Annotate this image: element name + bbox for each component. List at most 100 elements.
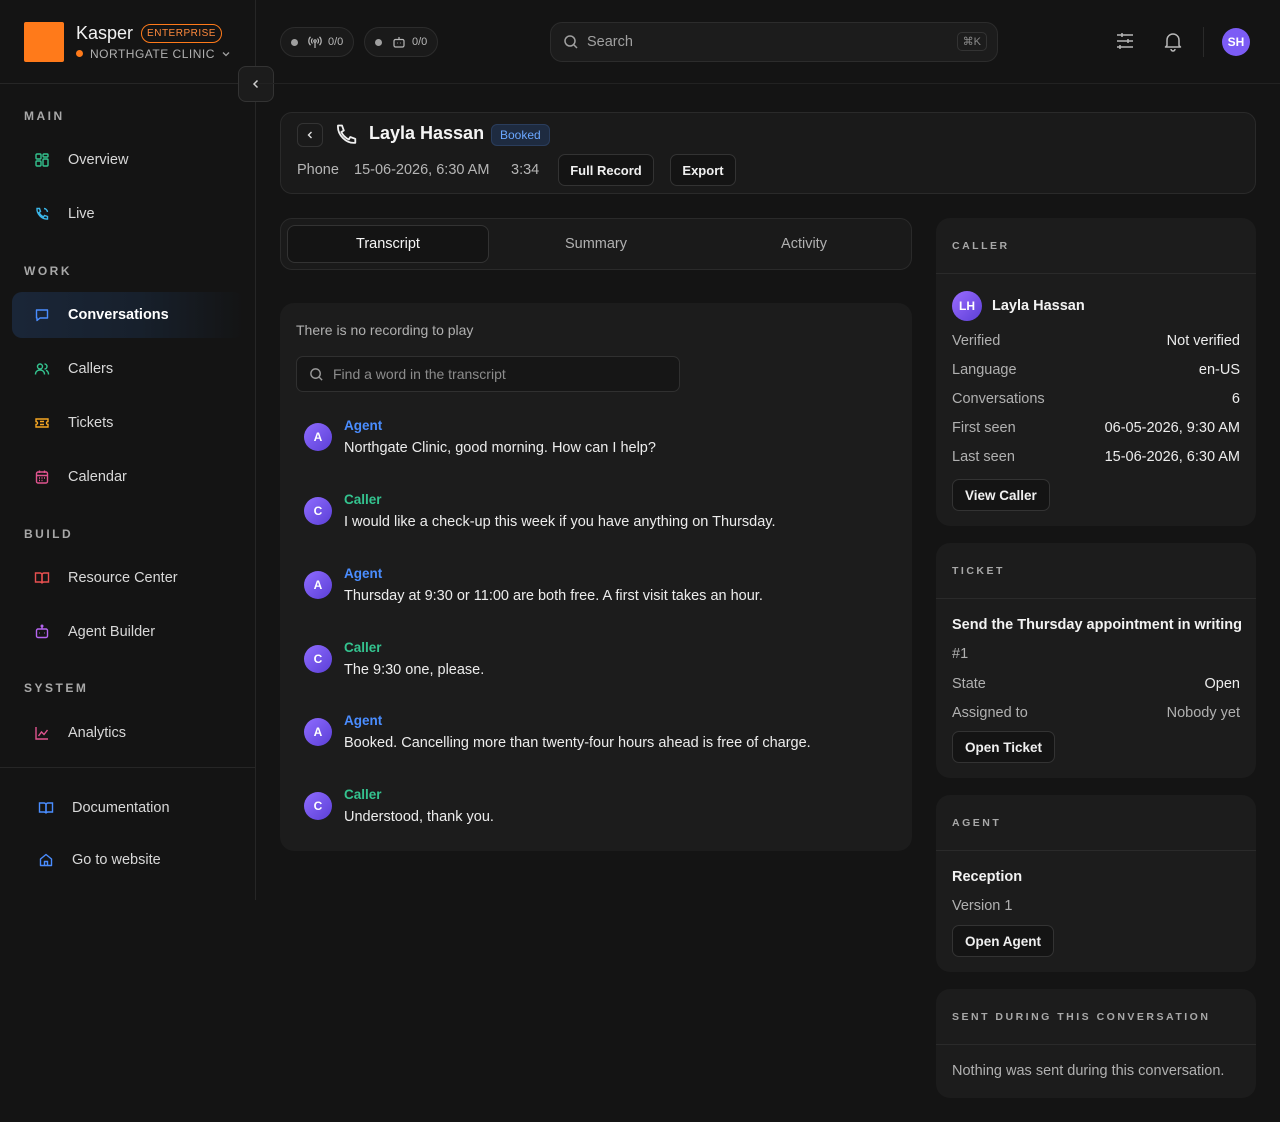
open-ticket-button[interactable]: Open Ticket [952, 731, 1056, 763]
antenna-icon [308, 36, 322, 48]
sidebar-item-resource-center[interactable]: Resource Center [12, 555, 244, 601]
bot-icon [35, 624, 49, 639]
row-key: Verified [952, 333, 1001, 349]
sidebar-item-label: Callers [68, 361, 114, 377]
ticket-card: TICKET Send the Thursday appointment in … [936, 543, 1256, 778]
speaker-label: Caller [344, 787, 382, 802]
sidebar-item-documentation[interactable]: Documentation [12, 785, 244, 831]
row-value: 15-06-2026, 6:30 AM [1104, 449, 1240, 465]
message-text: I would like a check-up this week if you… [344, 514, 776, 530]
agent-card: AGENT Reception Version 1 Open Agent [936, 795, 1256, 972]
full-record-button[interactable]: Full Record [558, 154, 654, 186]
status-badge: Booked [491, 124, 550, 146]
export-button[interactable]: Export [670, 154, 736, 186]
ticket-row: State Open [952, 676, 1240, 692]
open-agent-button[interactable]: Open Agent [952, 925, 1054, 957]
tab-summary[interactable]: Summary [495, 225, 697, 263]
active-agents-indicator[interactable]: 0/0 [364, 27, 439, 57]
tab-activity[interactable]: Activity [703, 225, 905, 263]
card-divider [936, 1044, 1256, 1045]
speaker-label: Caller [344, 492, 382, 507]
ticket-icon [35, 418, 49, 428]
workspace-name: NORTHGATE CLINIC [90, 46, 215, 61]
row-key: Language [952, 362, 1017, 378]
calendar-icon [35, 470, 49, 484]
sidebar-item-tickets[interactable]: Tickets [12, 400, 244, 446]
row-value: Open [1204, 676, 1240, 692]
nav-section-main: MAIN [24, 109, 65, 123]
speaker-avatar: C [304, 792, 332, 820]
sidebar-item-analytics[interactable]: Analytics [12, 710, 244, 756]
card-title: TICKET [952, 565, 1005, 577]
speaker-avatar: C [304, 497, 332, 525]
phone-icon [337, 124, 357, 144]
transcript-search-input[interactable]: Find a word in the transcript [333, 366, 506, 382]
message-text: Thursday at 9:30 or 11:00 are both free.… [344, 588, 763, 604]
sidebar-item-label: Analytics [68, 725, 127, 741]
global-search[interactable]: Search ⌘K [550, 22, 998, 62]
conversation-datetime: 15-06-2026, 6:30 AM [354, 162, 490, 178]
sidebar: Kasper ENTERPRISE NORTHGATE CLINIC MAIN … [0, 0, 256, 900]
sidebar-item-label: Overview [68, 152, 129, 168]
user-avatar[interactable]: SH [1222, 28, 1250, 56]
caller-row: First seen 06-05-2026, 9:30 AM [952, 420, 1240, 436]
view-caller-button[interactable]: View Caller [952, 479, 1050, 511]
home-icon [39, 853, 53, 867]
users-icon [34, 363, 50, 375]
sent-items-card: SENT DURING THIS CONVERSATION Nothing wa… [936, 989, 1256, 1098]
card-divider [936, 598, 1256, 599]
speaker-avatar: A [304, 718, 332, 746]
no-recording-notice: There is no recording to play [296, 322, 474, 338]
topbar-divider [256, 83, 1280, 84]
live-calls-indicator[interactable]: 0/0 [280, 27, 355, 57]
page-title: Layla Hassan [369, 123, 485, 143]
chevron-down-icon [222, 51, 230, 56]
sidebar-item-calendar[interactable]: Calendar [12, 454, 244, 500]
card-divider [936, 273, 1256, 274]
agent-version: Version 1 [952, 898, 1013, 914]
sidebar-item-overview[interactable]: Overview [12, 137, 244, 183]
filters-icon[interactable] [1114, 30, 1136, 52]
workspace-switcher[interactable]: NORTHGATE CLINIC [76, 47, 231, 61]
transcript-search[interactable]: Find a word in the transcript [296, 356, 680, 392]
speaker-label: Caller [344, 640, 382, 655]
caller-card: CALLER LH Layla Hassan Verified Not verif… [936, 218, 1256, 526]
brand-logo [24, 21, 64, 62]
sidebar-item-label: Resource Center [68, 570, 178, 586]
search-icon [564, 35, 578, 49]
card-divider [936, 850, 1256, 851]
caller-row: Conversations 6 [952, 391, 1240, 407]
bell-icon[interactable] [1162, 30, 1184, 52]
sidebar-item-go-to-website[interactable]: Go to website [12, 837, 244, 883]
sidebar-item-conversations[interactable]: Conversations [12, 292, 244, 338]
nav-section-work: WORK [24, 264, 72, 278]
status-dot [291, 38, 298, 46]
sidebar-item-label: Agent Builder [68, 624, 156, 640]
tab-transcript[interactable]: Transcript [287, 225, 489, 263]
transcript-panel: There is no recording to play Find a wor… [280, 303, 912, 851]
row-value: Nobody yet [1166, 705, 1240, 721]
search-input[interactable]: Search [587, 34, 633, 50]
book-open-icon [34, 572, 50, 584]
sidebar-item-callers[interactable]: Callers [12, 346, 244, 392]
grid-icon [35, 153, 49, 167]
chat-bubble-icon [35, 309, 49, 322]
speaker-avatar: A [304, 423, 332, 451]
collapse-sidebar-button[interactable] [238, 66, 274, 102]
card-title: CALLER [952, 240, 1010, 252]
back-button[interactable] [297, 123, 323, 147]
calls-counter: 0/0 [328, 36, 344, 48]
sidebar-item-label: Tickets [68, 415, 114, 431]
caller-name: Layla Hassan [992, 298, 1085, 314]
brand-header: Kasper ENTERPRISE NORTHGATE CLINIC [0, 0, 255, 84]
nav-section-system: SYSTEM [24, 681, 89, 695]
ticket-row: Assigned to Nobody yet [952, 705, 1240, 721]
card-title: AGENT [952, 817, 1002, 829]
sidebar-item-agent-builder[interactable]: Agent Builder [12, 609, 244, 655]
row-key: Last seen [952, 449, 1015, 465]
caller-row: Verified Not verified [952, 333, 1240, 349]
row-key: State [952, 676, 986, 692]
sidebar-item-live[interactable]: Live [12, 191, 244, 237]
caller-avatar: LH [952, 291, 982, 321]
sidebar-item-label: Conversations [68, 307, 169, 323]
